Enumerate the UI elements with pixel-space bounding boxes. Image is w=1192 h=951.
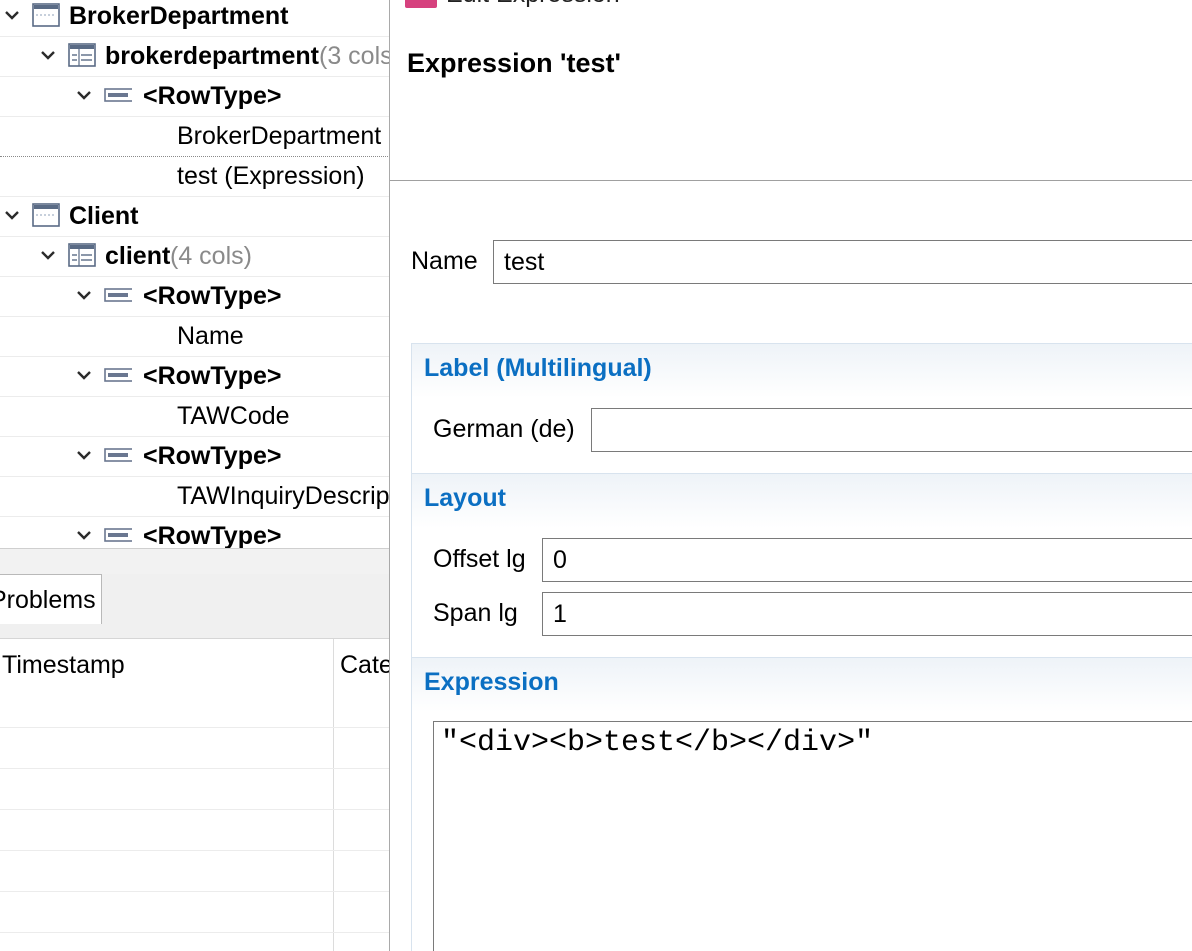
tree-item[interactable]: <RowType>: [0, 277, 390, 317]
layout-section-header[interactable]: Layout: [412, 474, 1192, 528]
rowtype-icon: [104, 448, 132, 462]
dialog-titlebar[interactable]: Edit Expression: [390, 0, 1192, 10]
tree-item[interactable]: Client: [0, 197, 390, 237]
problems-table: Timestamp Category: [0, 639, 390, 951]
table-row: [0, 932, 390, 933]
project-tree: BrokerDepartment brokerdepartment (3 cols…: [0, 0, 390, 548]
header-separator: [390, 180, 1192, 181]
table-row: [0, 809, 390, 810]
tree-item-count: (3 cols): [319, 42, 390, 70]
expression-section-header[interactable]: Expression: [412, 658, 1192, 712]
label-section-title: Label (Multilingual): [424, 354, 652, 382]
dialog-header: Expression 'test': [407, 48, 621, 78]
column-divider[interactable]: [333, 639, 334, 951]
label-section-header[interactable]: Label (Multilingual): [412, 344, 1192, 398]
tree-item-label: <RowType>: [143, 362, 282, 390]
panel-sash[interactable]: [0, 548, 390, 574]
rowtype-icon: [104, 368, 132, 382]
chevron-down-icon[interactable]: [76, 367, 92, 383]
tree-item[interactable]: brokerdepartment (3 cols): [0, 37, 390, 77]
span-label: Span lg: [433, 599, 518, 627]
table-row: [0, 727, 390, 728]
rowtype-icon: [104, 288, 132, 302]
view-icon: [68, 243, 96, 267]
tree-item-label: BrokerDepartment: [177, 122, 382, 150]
tree-item[interactable]: <RowType>: [0, 357, 390, 397]
expression-text: "<div><b>test</b></div>": [441, 726, 874, 760]
tree-item[interactable]: TAWInquiryDescription: [0, 477, 390, 517]
column-header-timestamp[interactable]: Timestamp: [2, 651, 125, 680]
chevron-down-icon[interactable]: [76, 527, 92, 543]
table-icon: [32, 203, 60, 227]
chevron-down-icon[interactable]: [4, 7, 20, 23]
expression-section-title: Expression: [424, 668, 559, 696]
tab-problems[interactable]: Problems: [0, 574, 102, 624]
name-input[interactable]: test: [493, 240, 1192, 284]
view-icon: [68, 43, 96, 67]
tree-item-label: TAWCode: [177, 402, 290, 430]
chevron-down-icon[interactable]: [40, 47, 56, 63]
expression-editor[interactable]: "<div><b>test</b></div>": [433, 721, 1192, 951]
offset-label: Offset lg: [433, 545, 526, 573]
tree-item-label: client: [105, 242, 171, 270]
tab-problems-label: Problems: [0, 586, 96, 614]
name-label: Name: [411, 247, 478, 275]
tree-item[interactable]: client (4 cols): [0, 237, 390, 277]
chevron-down-icon[interactable]: [40, 247, 56, 263]
tree-item-label: Client: [69, 202, 139, 230]
span-input[interactable]: 1: [542, 592, 1192, 636]
tree-item-label: <RowType>: [143, 282, 282, 310]
tree-item-label: brokerdepartment: [105, 42, 319, 70]
uid-icon: [405, 0, 437, 8]
tree-item[interactable]: BrokerDepartment: [0, 117, 390, 157]
tree-item[interactable]: TAWCode: [0, 397, 390, 437]
chevron-down-icon[interactable]: [76, 447, 92, 463]
table-row: [0, 850, 390, 851]
offset-input[interactable]: 0: [542, 538, 1192, 582]
tree-item[interactable]: <RowType>: [0, 437, 390, 477]
tree-item-label: BrokerDepartment: [69, 2, 289, 30]
table-icon: [32, 3, 60, 27]
tree-item-label: TAWInquiryDescription: [177, 482, 390, 510]
tree-item[interactable]: <RowType>: [0, 77, 390, 117]
table-row: [0, 768, 390, 769]
chevron-down-icon[interactable]: [76, 287, 92, 303]
tree-item-label: <RowType>: [143, 82, 282, 110]
rowtype-icon: [104, 528, 132, 542]
tree-item[interactable]: test (Expression): [0, 157, 390, 197]
tree-item[interactable]: <RowType>: [0, 517, 390, 548]
tree-item-label: <RowType>: [143, 442, 282, 470]
edit-expression-dialog: Edit Expression Expression 'test' Name t…: [389, 0, 1192, 951]
layout-section-title: Layout: [424, 484, 506, 512]
tree-item-count: (4 cols): [170, 242, 252, 270]
chevron-down-icon[interactable]: [4, 207, 20, 223]
german-input[interactable]: [591, 408, 1192, 452]
column-header-category[interactable]: Category: [340, 651, 390, 680]
tree-item-label: test (Expression): [177, 162, 365, 190]
tree-item[interactable]: Name: [0, 317, 390, 357]
tree-item[interactable]: BrokerDepartment: [0, 0, 390, 37]
tree-item-label: Name: [177, 322, 244, 350]
chevron-down-icon[interactable]: [76, 87, 92, 103]
tree-item-label: <RowType>: [143, 522, 282, 548]
problems-tab-bar: Problems: [0, 574, 390, 639]
rowtype-icon: [104, 88, 132, 102]
dialog-title: Edit Expression: [446, 0, 620, 9]
german-label: German (de): [433, 415, 575, 443]
table-row: [0, 891, 390, 892]
